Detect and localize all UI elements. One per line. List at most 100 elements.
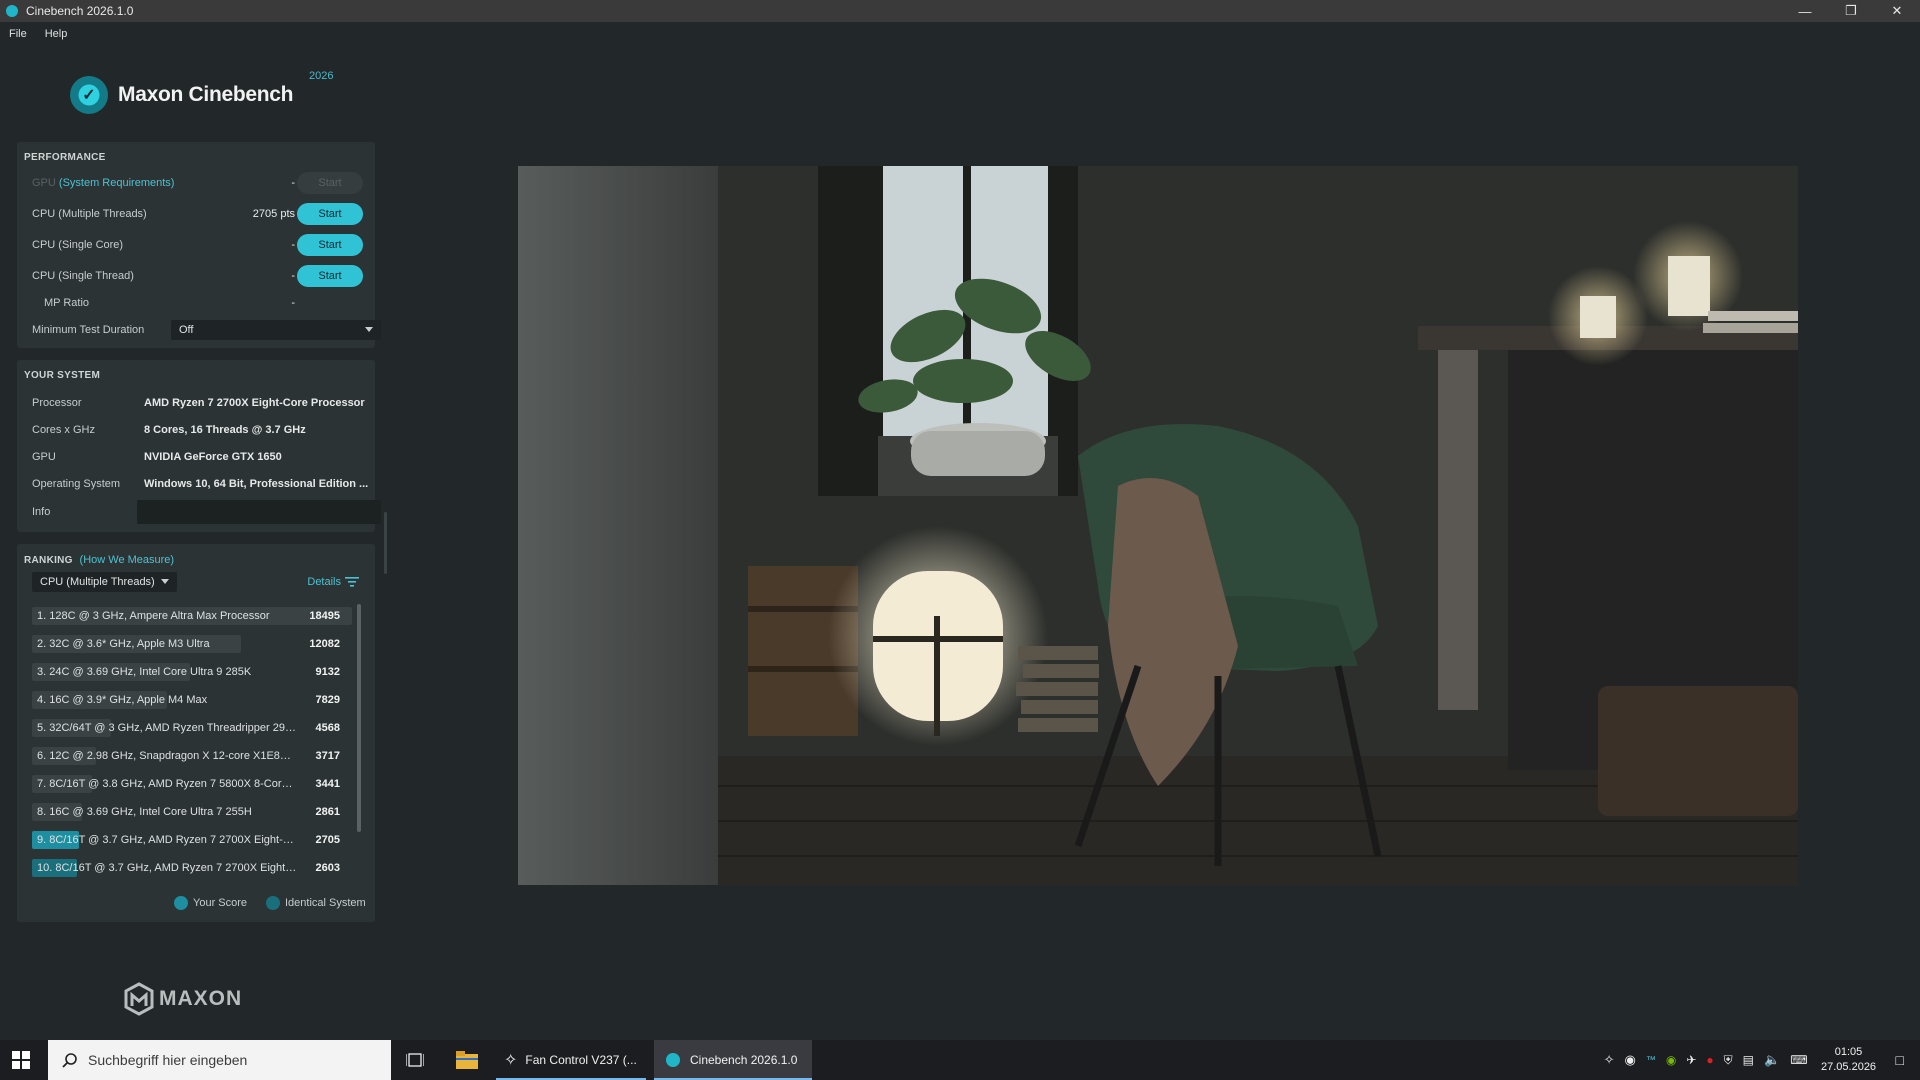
system-tray: ✧ ◉ ™ ◉ ✈ ● ⛨ ▤ 🔈 ⌨ 01:05 27.05.2026 □ (1604, 1040, 1920, 1080)
window-title: Cinebench 2026.1.0 (26, 4, 134, 18)
tm-tray-icon[interactable]: ™ (1646, 1055, 1656, 1066)
task-view-button[interactable] (405, 1052, 425, 1073)
cpu-single-core-label: CPU (Single Core) (32, 239, 124, 251)
ranking-row[interactable]: 2. 32C @ 3.6* GHz, Apple M3 Ultra 12082 (32, 634, 352, 654)
volume-icon[interactable]: 🔈 (1764, 1052, 1780, 1068)
clock-time: 01:05 (1834, 1046, 1863, 1058)
render-preview-image (518, 166, 1798, 885)
title-bar: Cinebench 2026.1.0 — ❐ ✕ (0, 0, 1920, 22)
ranking-label: 4. 16C @ 3.9* GHz, Apple M4 Max (37, 694, 208, 706)
ranking-score: 7829 (315, 694, 340, 706)
ranking-score: 2861 (315, 806, 340, 818)
ranking-row[interactable]: 9. 8C/16T @ 3.7 GHz, AMD Ryzen 7 2700X E… (32, 830, 352, 850)
ranking-row[interactable]: 10. 8C/16T @ 3.7 GHz, AMD Ryzen 7 2700X … (32, 858, 352, 878)
ranking-score: 12082 (309, 638, 340, 650)
notification-icon[interactable]: □ (1896, 1052, 1904, 1068)
minimize-button[interactable]: — (1782, 0, 1828, 22)
menu-help[interactable]: Help (36, 28, 77, 40)
legend-identical-label: Identical System (285, 897, 366, 909)
system-requirements-link[interactable]: (System Requirements) (59, 177, 175, 189)
cpu-single-core-score: - (291, 239, 295, 251)
close-button[interactable]: ✕ (1874, 0, 1920, 22)
ranking-label: 3. 24C @ 3.69 GHz, Intel Core Ultra 9 28… (37, 666, 252, 678)
mp-ratio-row: MP Ratio - (17, 292, 375, 314)
ranking-label: 6. 12C @ 2.98 GHz, Snapdragon X 12-core … (37, 750, 297, 762)
left-panel-scrollbar[interactable] (384, 512, 387, 574)
ranking-mode-dropdown[interactable]: CPU (Multiple Threads) (32, 572, 177, 592)
cpu-multi-row: CPU (Multiple Threads) 2705 pts Start (17, 203, 375, 225)
legend-identical: Identical System (266, 896, 366, 910)
logo-text: Maxon Cinebench (118, 83, 294, 106)
ranking-label: 10. 8C/16T @ 3.7 GHz, AMD Ryzen 7 2700X … (37, 862, 297, 874)
ranking-row[interactable]: 4. 16C @ 3.9* GHz, Apple M4 Max 7829 (32, 690, 352, 710)
details-label: Details (307, 576, 341, 588)
your-system-title: YOUR SYSTEM (24, 370, 101, 381)
chevron-down-icon (161, 579, 169, 584)
ranking-mode-value: CPU (Multiple Threads) (40, 576, 155, 588)
cpu-single-core-start-button[interactable]: Start (297, 234, 363, 256)
taskbar-clock[interactable]: 01:05 27.05.2026 (1816, 1045, 1882, 1075)
taskbar-search[interactable]: Suchbegriff hier eingeben (48, 1040, 391, 1080)
ranking-panel: RANKING (How We Measure) CPU (Multiple T… (17, 544, 375, 922)
identical-swatch (266, 896, 280, 910)
gpu-start-button[interactable]: Start (297, 172, 363, 194)
ranking-row[interactable]: 7. 8C/16T @ 3.8 GHz, AMD Ryzen 7 5800X 8… (32, 774, 352, 794)
cinebench-app-icon (6, 5, 18, 17)
task-view-icon (405, 1053, 425, 1067)
taskbar-app-fan-control[interactable]: ✧ Fan Control V237 (... (496, 1040, 646, 1080)
maxon-logo-icon (124, 982, 154, 1016)
network-icon[interactable]: ▤ (1743, 1053, 1754, 1067)
info-row: Info (17, 500, 381, 524)
processor-value: AMD Ryzen 7 2700X Eight-Core Processor (144, 397, 365, 409)
ranking-scrollbar[interactable] (357, 604, 361, 832)
antivirus-tray-icon[interactable]: ● (1706, 1053, 1713, 1067)
restore-button[interactable]: ❐ (1828, 0, 1874, 22)
cpu-single-thread-start-button[interactable]: Start (297, 265, 363, 287)
gpu-info-label: GPU (32, 451, 56, 463)
nvidia-tray-icon[interactable]: ◉ (1666, 1053, 1676, 1067)
windows-start-button[interactable] (12, 1051, 30, 1074)
ranking-title: RANKING (24, 555, 73, 566)
cpuid-tray-icon[interactable]: ◉ (1625, 1052, 1636, 1068)
gpu-label: GPU (32, 177, 56, 189)
security-tray-icon[interactable]: ⛨ (1724, 1053, 1733, 1068)
ranking-row[interactable]: 6. 12C @ 2.98 GHz, Snapdragon X 12-core … (32, 746, 352, 766)
ranking-score: 3717 (315, 750, 340, 762)
ranking-score: 18495 (309, 610, 340, 622)
info-input[interactable] (137, 500, 381, 524)
taskbar-app-cinebench[interactable]: Cinebench 2026.1.0 (654, 1040, 812, 1080)
gpu-info-row: GPU NVIDIA GeForce GTX 1650 (17, 446, 375, 468)
taskbar-app-fan-control-label: Fan Control V237 (... (525, 1053, 637, 1067)
ranking-score: 2705 (315, 834, 340, 846)
ranking-row[interactable]: 5. 32C/64T @ 3 GHz, AMD Ryzen Threadripp… (32, 718, 352, 738)
clock-date: 27.05.2026 (1821, 1061, 1877, 1073)
min-duration-row: Minimum Test Duration Off (17, 319, 381, 341)
search-icon (62, 1053, 77, 1068)
maxon-footer-logo: MAXON (124, 982, 242, 1016)
menu-file[interactable]: File (0, 28, 36, 40)
cinebench-icon (666, 1053, 680, 1067)
windows-icon (12, 1051, 30, 1069)
ranking-row[interactable]: 3. 24C @ 3.69 GHz, Intel Core Ultra 9 28… (32, 662, 352, 682)
plane-tray-icon[interactable]: ✈ (1686, 1053, 1696, 1067)
file-explorer-button[interactable] (456, 1051, 478, 1074)
legend-your-score-label: Your Score (193, 897, 248, 909)
taskbar: Suchbegriff hier eingeben ✧ Fan Control … (0, 1040, 1920, 1080)
fan-tray-icon[interactable]: ✧ (1604, 1052, 1615, 1068)
processor-label: Processor (32, 397, 82, 409)
keyboard-icon[interactable]: ⌨ (1790, 1053, 1807, 1067)
cpu-multi-score: 2705 pts (252, 208, 295, 220)
details-button[interactable]: Details (307, 576, 359, 588)
os-label: Operating System (32, 478, 121, 490)
cpu-multi-start-button[interactable]: Start (297, 203, 363, 225)
taskbar-app-cinebench-label: Cinebench 2026.1.0 (690, 1053, 798, 1067)
cores-value: 8 Cores, 16 Threads @ 3.7 GHz (144, 424, 306, 436)
ranking-label: 1. 128C @ 3 GHz, Ampere Altra Max Proces… (37, 610, 270, 622)
cpu-single-core-row: CPU (Single Core) - Start (17, 234, 375, 256)
how-we-measure-link[interactable]: (How We Measure) (80, 554, 175, 566)
performance-panel: PERFORMANCE GPU (System Requirements) - … (17, 142, 381, 348)
ranking-row[interactable]: 1. 128C @ 3 GHz, Ampere Altra Max Proces… (32, 606, 352, 626)
ranking-row[interactable]: 8. 16C @ 3.69 GHz, Intel Core Ultra 7 25… (32, 802, 352, 822)
ranking-score: 4568 (315, 722, 340, 734)
min-duration-dropdown[interactable]: Off (171, 320, 381, 340)
